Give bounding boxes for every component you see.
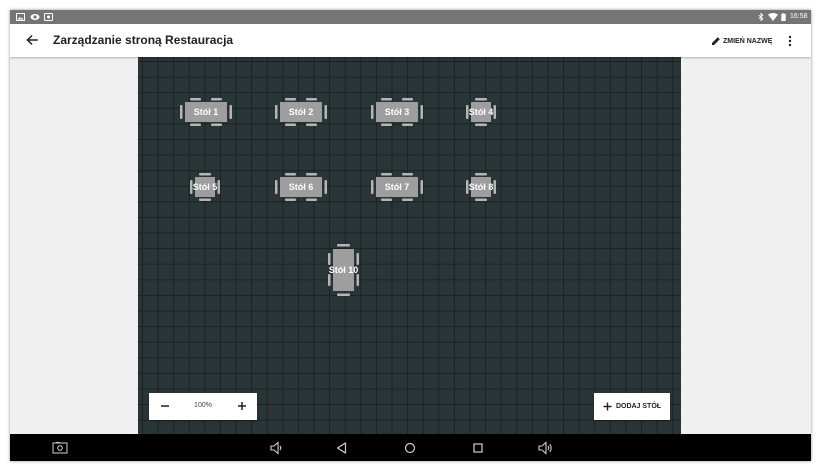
table-4[interactable]: Stół 4	[465, 97, 497, 127]
table-label: Stół 1	[193, 107, 219, 117]
table-3[interactable]: Stół 3	[370, 97, 424, 127]
floor-plan-canvas[interactable]: Stół 1 Stół 2 Stół 3 Stół 4 Stół 5 Stół …	[138, 57, 681, 434]
rename-button-label: ZMIEŃ NAZWĘ	[723, 37, 773, 45]
table-5[interactable]: Stół 5	[189, 172, 221, 202]
navigation-bar	[10, 434, 811, 461]
volume-down-icon[interactable]	[268, 440, 284, 456]
table-10[interactable]: Stół 10	[327, 243, 360, 297]
eye-icon	[30, 14, 40, 20]
pencil-icon	[712, 37, 720, 45]
table-6[interactable]: Stół 6	[274, 172, 328, 202]
zoom-control: 100%	[149, 393, 257, 420]
table-label: Stół 6	[288, 182, 314, 192]
plus-icon	[603, 402, 612, 411]
arrow-back-icon[interactable]	[24, 32, 40, 48]
wifi-icon	[768, 13, 778, 21]
screenshot-icon[interactable]	[52, 440, 68, 456]
plus-icon[interactable]	[234, 398, 250, 414]
status-bar: 16:58	[10, 10, 811, 24]
table-label: Stół 7	[384, 182, 410, 192]
zoom-level: 100%	[194, 402, 212, 409]
status-time: 16:58	[790, 13, 808, 20]
table-8[interactable]: Stół 8	[465, 172, 497, 202]
home-circle-icon[interactable]	[402, 440, 418, 456]
table-7[interactable]: Stół 7	[370, 172, 424, 202]
add-table-button[interactable]: DODAJ STÓŁ	[594, 393, 670, 420]
page-title: Zarządzanie stroną Restauracja	[53, 33, 234, 47]
volume-up-icon[interactable]	[537, 440, 553, 456]
add-table-label: DODAJ STÓŁ	[615, 403, 662, 410]
app-bar: Zarządzanie stroną Restauracja ZMIEŃ NAZ…	[10, 24, 811, 57]
table-label: Stół 3	[384, 107, 410, 117]
more-vert-icon[interactable]	[786, 34, 794, 48]
back-triangle-icon[interactable]	[334, 440, 350, 456]
battery-icon	[781, 13, 786, 21]
table-label: Stół 5	[192, 182, 218, 192]
app-icon	[44, 13, 53, 21]
minus-icon[interactable]	[157, 398, 173, 414]
table-1[interactable]: Stół 1	[179, 97, 233, 127]
recents-square-icon[interactable]	[470, 440, 486, 456]
rename-button[interactable]: ZMIEŃ NAZWĘ	[711, 35, 772, 47]
table-label: Stół 2	[288, 107, 314, 117]
bluetooth-icon	[758, 13, 764, 21]
table-label: Stół 8	[468, 182, 494, 192]
image-icon	[16, 13, 25, 21]
table-2[interactable]: Stół 2	[274, 97, 328, 127]
table-label: Stół 10	[328, 265, 359, 275]
device-screen: 16:58 Zarządzanie stroną Restauracja ZMI…	[10, 10, 811, 461]
table-label: Stół 4	[468, 107, 494, 117]
